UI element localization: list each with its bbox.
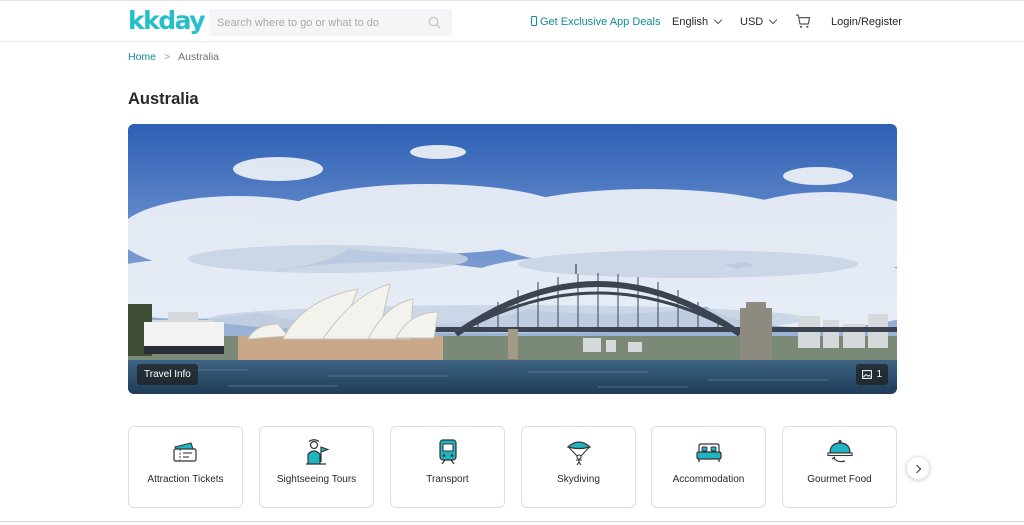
photo-gallery-button[interactable]: 1: [856, 364, 888, 385]
parachute-icon: [566, 441, 592, 466]
sydney-harbour-photo: [128, 124, 897, 394]
category-carousel: Attraction Tickets Sightseeing Tours Tra…: [128, 426, 897, 508]
ticket-icon: [173, 442, 197, 462]
language-label: English: [672, 16, 709, 28]
currency-label: USD: [740, 16, 764, 28]
search-icon[interactable]: [428, 16, 441, 29]
carousel-next-button[interactable]: [906, 456, 930, 480]
image-icon: [862, 370, 873, 379]
shopping-cart-icon[interactable]: [795, 13, 811, 29]
photo-count: 1: [876, 369, 882, 380]
breadcrumb: Home > Australia: [128, 51, 219, 63]
top-navigation-bar: kkday Get Exclusive App Deals English US…: [0, 0, 1024, 42]
hero-banner[interactable]: Travel Info 1: [128, 124, 897, 394]
category-gourmet-food[interactable]: Gourmet Food: [782, 426, 897, 508]
page-bottom-divider: [0, 521, 1024, 525]
category-label: Sightseeing Tours: [276, 474, 357, 485]
chevron-down-icon: [768, 15, 778, 25]
breadcrumb-separator: >: [164, 51, 171, 63]
category-label: Skydiving: [557, 474, 600, 485]
login-register-link[interactable]: Login/Register: [831, 15, 902, 29]
chevron-down-icon: [713, 15, 723, 25]
food-cloche-icon: [827, 440, 853, 463]
category-sightseeing-tours[interactable]: Sightseeing Tours: [259, 426, 374, 508]
train-icon: [439, 439, 457, 465]
kkday-logo[interactable]: kkday: [128, 7, 206, 35]
category-label: Transport: [426, 474, 469, 485]
breadcrumb-home[interactable]: Home: [128, 51, 156, 63]
breadcrumb-current: Australia: [178, 51, 220, 63]
category-accommodation[interactable]: Accommodation: [651, 426, 766, 508]
currency-selector[interactable]: USD: [740, 15, 778, 29]
app-deals-label: Get Exclusive App Deals: [540, 16, 661, 28]
travel-info-button[interactable]: Travel Info: [137, 364, 198, 385]
category-label: Attraction Tickets: [147, 474, 224, 485]
language-selector[interactable]: English: [672, 15, 723, 29]
search-input[interactable]: [217, 9, 417, 36]
chevron-right-icon: [912, 464, 922, 473]
category-skydiving[interactable]: Skydiving: [521, 426, 636, 508]
mobile-phone-icon: [531, 16, 537, 26]
category-label: Accommodation: [672, 474, 745, 485]
category-label: Gourmet Food: [807, 474, 872, 485]
app-deals-link[interactable]: Get Exclusive App Deals: [531, 15, 660, 29]
category-transport[interactable]: Transport: [390, 426, 505, 508]
search-box[interactable]: [209, 9, 452, 36]
category-attraction-tickets[interactable]: Attraction Tickets: [128, 426, 243, 508]
page-title: Australia: [128, 90, 199, 108]
bed-icon: [696, 443, 722, 462]
tour-guide-icon: [306, 439, 330, 465]
